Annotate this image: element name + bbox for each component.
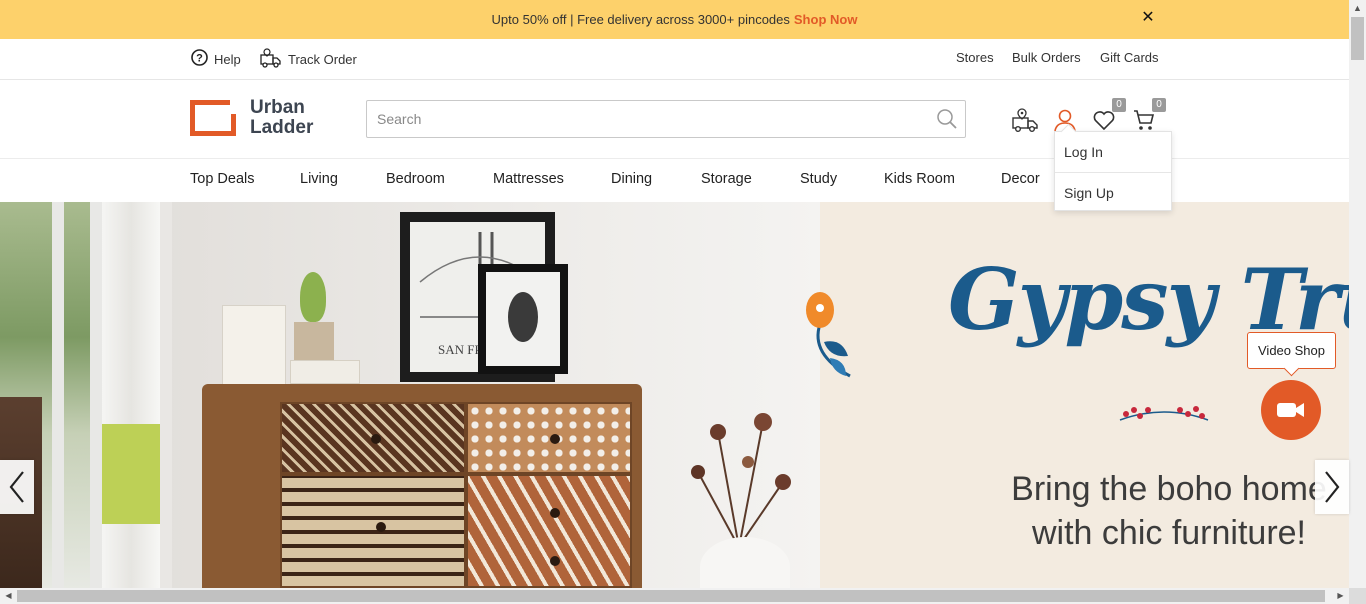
green-sofa-image	[102, 424, 160, 524]
berries-decoration-icon	[1119, 406, 1209, 421]
logo-line-1: Urban	[250, 97, 305, 118]
nav-item-dining[interactable]: Dining	[611, 171, 652, 187]
account-dropdown: Log In Sign Up	[1054, 131, 1172, 211]
nav-item-mattresses[interactable]: Mattresses	[493, 171, 564, 187]
wall-strip	[160, 202, 172, 588]
promo-banner: Upto 50% off | Free delivery across 3000…	[0, 0, 1349, 39]
utility-bar: ? Help Track Order Stores Bulk Orders Gi…	[0, 39, 1349, 80]
white-vase-image	[700, 537, 790, 588]
hero-banner[interactable]: SAN FRA Gypsy Tru	[0, 202, 1349, 588]
dried-flowers-image	[691, 413, 791, 542]
vertical-scrollbar[interactable]: ▲	[1349, 0, 1366, 604]
track-order-header-icon[interactable]	[1011, 106, 1039, 134]
search-icon[interactable]	[929, 101, 965, 137]
nav-item-top-deals[interactable]: Top Deals	[190, 171, 254, 187]
carousel-prev-button[interactable]	[0, 460, 34, 514]
urban-ladder-logo[interactable]: Urban Ladder	[190, 98, 313, 138]
logo-line-2: Ladder	[250, 117, 314, 138]
search-input[interactable]	[367, 101, 929, 137]
track-order-label: Track Order	[288, 51, 357, 67]
cart-icon[interactable]: 0	[1130, 98, 1166, 134]
video-shop-button[interactable]	[1261, 380, 1321, 440]
wishlist-heart-icon[interactable]: 0	[1090, 98, 1126, 134]
logo-mark-icon	[190, 100, 236, 136]
nav-item-study[interactable]: Study	[800, 171, 837, 187]
wishlist-count-badge: 0	[1112, 98, 1126, 112]
vertical-scroll-thumb[interactable]	[1351, 17, 1364, 60]
horizontal-scroll-thumb[interactable]	[17, 590, 1325, 602]
chevron-right-icon	[1325, 471, 1340, 503]
svg-text:?: ?	[196, 53, 203, 65]
bulk-orders-link[interactable]: Bulk Orders	[1012, 50, 1081, 65]
track-order-link[interactable]: Track Order	[260, 47, 357, 71]
flower-decoration-icon	[806, 292, 851, 378]
search-box	[366, 100, 966, 138]
help-icon: ?	[191, 49, 208, 69]
nav-item-kids-room[interactable]: Kids Room	[884, 171, 955, 187]
nav-item-storage[interactable]: Storage	[701, 171, 752, 187]
horizontal-scrollbar[interactable]: ◀ ▶	[0, 588, 1349, 604]
scrollbar-corner	[1349, 588, 1366, 604]
gift-cards-link[interactable]: Gift Cards	[1100, 50, 1159, 65]
help-label: Help	[214, 51, 241, 67]
logo-text: Urban Ladder	[250, 98, 313, 138]
nav-item-bedroom[interactable]: Bedroom	[386, 171, 445, 187]
stores-link[interactable]: Stores	[956, 50, 994, 65]
login-option[interactable]: Log In	[1055, 132, 1171, 172]
shop-now-link[interactable]: Shop Now	[794, 12, 858, 27]
scroll-right-arrow-icon[interactable]: ▶	[1332, 588, 1349, 604]
chevron-left-icon	[9, 471, 24, 503]
books-image	[222, 305, 286, 389]
scroll-left-arrow-icon[interactable]: ◀	[0, 588, 17, 604]
nav-item-living[interactable]: Living	[300, 171, 338, 187]
hero-tagline: Bring the boho home with chic furniture!	[1004, 467, 1334, 555]
signup-option[interactable]: Sign Up	[1055, 172, 1171, 212]
curtain-image	[102, 202, 160, 588]
video-shop-tooltip: Video Shop	[1247, 332, 1336, 369]
tray-image	[290, 360, 360, 384]
hero-tagline-line-2: with chic furniture!	[1032, 514, 1306, 552]
video-camera-icon	[1277, 403, 1304, 417]
delivery-truck-icon	[260, 47, 282, 71]
nav-item-decor[interactable]: Decor	[1001, 171, 1040, 187]
plant-pot-image	[294, 322, 334, 364]
cart-count-badge: 0	[1152, 98, 1166, 112]
help-link[interactable]: ? Help	[191, 49, 241, 69]
carousel-next-button[interactable]	[1315, 460, 1349, 514]
portrait-frame-image	[478, 264, 568, 374]
dresser-image	[202, 384, 642, 588]
hero-tagline-line-1: Bring the boho home	[1011, 470, 1327, 508]
close-promo-icon[interactable]: ✕	[1140, 9, 1156, 27]
scroll-up-arrow-icon[interactable]: ▲	[1349, 0, 1366, 17]
promo-text: Upto 50% off | Free delivery across 3000…	[491, 12, 790, 27]
plant-image	[300, 272, 326, 322]
